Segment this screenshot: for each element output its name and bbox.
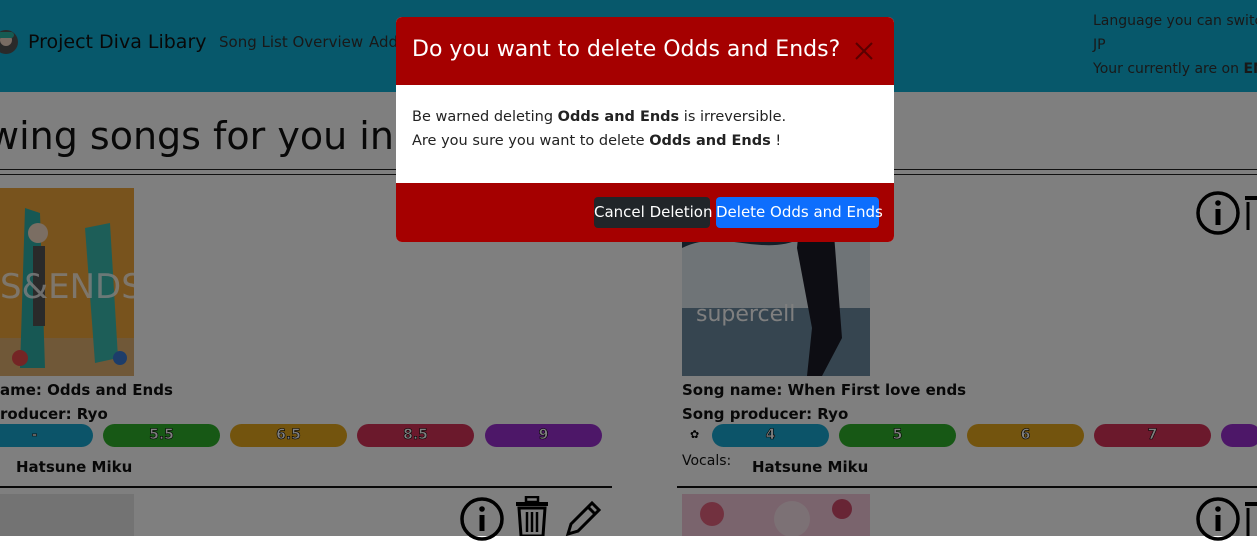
cancel-deletion-button[interactable]: Cancel Deletion (594, 197, 713, 228)
warning-text-pre: Be warned deleting (412, 109, 558, 125)
confirm-text-post: ! (770, 133, 782, 149)
modal-body: Be warned deleting Odds and Ends is irre… (412, 105, 786, 153)
confirm-line: Are you sure you want to delete Odds and… (412, 129, 786, 153)
confirm-song-name: Odds and Ends (649, 133, 771, 149)
warning-line: Be warned deleting Odds and Ends is irre… (412, 105, 786, 129)
modal-footer: Cancel Deletion Delete Odds and Ends (396, 183, 894, 242)
confirm-text-pre: Are you sure you want to delete (412, 133, 650, 149)
warning-song-name: Odds and Ends (557, 109, 680, 125)
modal-header: Do you want to delete Odds and Ends? (396, 17, 894, 85)
delete-song-button[interactable]: Delete Odds and Ends (716, 197, 883, 228)
close-icon[interactable] (852, 39, 876, 63)
modal-title: Do you want to delete Odds and Ends? (412, 37, 841, 62)
warning-text-post: is irreversible. (679, 109, 787, 125)
delete-confirmation-modal: Do you want to delete Odds and Ends? Be … (396, 17, 894, 242)
